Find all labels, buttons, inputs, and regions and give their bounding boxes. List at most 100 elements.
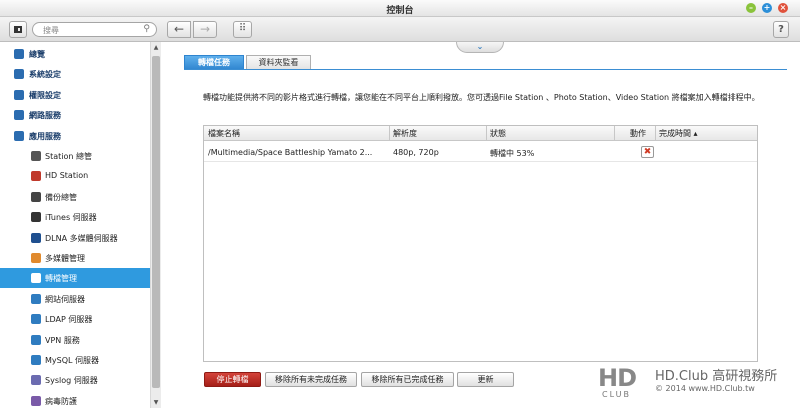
apps-icon xyxy=(14,131,24,141)
column-header-completed[interactable]: 完成時間 ▴ xyxy=(659,128,698,139)
column-header-resolution[interactable]: 解析度 xyxy=(393,128,417,139)
column-divider xyxy=(389,126,390,141)
sidebar-item[interactable]: Syslog 伺服器 xyxy=(0,370,150,390)
column-header-action[interactable]: 動作 xyxy=(630,128,646,139)
sidebar-item-label: 備份總管 xyxy=(45,193,77,202)
sidebar-item[interactable]: 病毒防護 xyxy=(0,391,150,408)
sidebar-item-label: HD Station xyxy=(45,171,89,180)
delete-icon[interactable]: ✖ xyxy=(641,146,654,158)
station-icon xyxy=(31,151,41,161)
forward-button[interactable]: → xyxy=(193,21,217,38)
apps-grid-button[interactable]: ⠿ xyxy=(233,21,252,38)
sidebar-item-label: 多媒體管理 xyxy=(45,254,85,263)
hd-station-icon xyxy=(31,171,41,181)
dlna-icon xyxy=(31,233,41,243)
scroll-up-icon[interactable]: ▲ xyxy=(151,44,161,51)
sidebar-item[interactable]: VPN 服務 xyxy=(0,330,150,350)
tab-transcode-tasks[interactable]: 轉檔任務 xyxy=(184,55,244,70)
close-icon[interactable]: × xyxy=(778,3,788,13)
transcode-icon xyxy=(31,273,41,283)
title-bar: 控制台 – + × xyxy=(0,0,800,17)
sidebar-item[interactable]: 備份總管 xyxy=(0,187,150,207)
antivirus-icon xyxy=(31,396,41,406)
column-divider xyxy=(486,126,487,141)
scroll-thumb[interactable] xyxy=(152,56,160,388)
arrow-left-icon: ← xyxy=(173,22,185,36)
sidebar-item[interactable]: 轉檔管理 xyxy=(0,268,150,288)
back-button[interactable]: ← xyxy=(167,21,191,38)
sidebar-item[interactable]: iTunes 伺服器 xyxy=(0,207,150,227)
main-panel: ⌄ 轉檔任務 資料夾監看 轉檔功能提供將不同的影片格式進行轉檔，讓您能在不同平台… xyxy=(161,42,800,408)
grid-icon: ⠿ xyxy=(238,23,247,34)
watermark-name: HD.Club 高研視務所 xyxy=(655,369,778,384)
user-icon xyxy=(14,90,24,100)
sidebar-item-label: 病毒防護 xyxy=(45,397,77,406)
syslog-icon xyxy=(31,375,41,385)
sidebar-scrollbar[interactable]: ▲ ▼ xyxy=(150,42,161,408)
watermark-copyright: © 2014 www.HD.Club.tw xyxy=(655,384,755,393)
sidebar-toggle-button[interactable] xyxy=(9,21,27,38)
sidebar-item-label: 總覽 xyxy=(29,50,45,59)
cell-status: 轉檔中 53% xyxy=(490,149,535,158)
sidebar-item-label: Syslog 伺服器 xyxy=(45,376,98,385)
toolbar: 搜尋 ⚲ ← → ⠿ ? xyxy=(0,17,800,42)
refresh-button[interactable]: 更新 xyxy=(457,372,514,387)
description-text: 轉檔功能提供將不同的影片格式進行轉檔，讓您能在不同平台上順利撥放。您可透過Fil… xyxy=(203,93,760,102)
ldap-icon xyxy=(31,314,41,324)
globe-icon xyxy=(14,110,24,120)
sidebar-item[interactable]: 系統設定 xyxy=(0,64,150,84)
watermark-club: CLUB xyxy=(602,390,631,399)
tabs-divider xyxy=(184,69,787,70)
table-header: 檔案名稱 解析度 狀態 動作 完成時間 ▴ xyxy=(204,126,757,141)
column-header-filename[interactable]: 檔案名稱 xyxy=(208,128,240,139)
column-divider xyxy=(655,126,656,141)
backup-icon xyxy=(31,192,41,202)
column-header-status[interactable]: 狀態 xyxy=(490,128,506,139)
mysql-icon xyxy=(31,355,41,365)
sidebar-item[interactable]: 總覽 xyxy=(0,44,150,64)
maximize-icon[interactable]: + xyxy=(762,3,772,13)
remove-finished-button[interactable]: 移除所有已完成任務 xyxy=(361,372,454,387)
help-icon: ? xyxy=(778,24,784,35)
cell-resolution: 480p, 720p xyxy=(393,148,439,157)
sidebar-item-label: iTunes 伺服器 xyxy=(45,213,97,222)
sidebar-item[interactable]: 網路服務 xyxy=(0,105,150,125)
sidebar-item[interactable]: LDAP 伺服器 xyxy=(0,309,150,329)
minimize-icon[interactable]: – xyxy=(746,3,756,13)
column-divider xyxy=(614,126,615,141)
transcode-table: 檔案名稱 解析度 狀態 動作 完成時間 ▴ /Multimedia/Space … xyxy=(203,125,758,362)
sidebar-item[interactable]: 權限設定 xyxy=(0,85,150,105)
panel-icon xyxy=(14,26,22,33)
search-icon[interactable]: ⚲ xyxy=(143,24,150,34)
sidebar-item-label: 系統設定 xyxy=(29,70,61,79)
sidebar-item[interactable]: DLNA 多媒體伺服器 xyxy=(0,228,150,248)
collapse-toggle[interactable]: ⌄ xyxy=(456,42,504,53)
sidebar-item[interactable]: HD Station xyxy=(0,166,150,186)
vpn-icon xyxy=(31,335,41,345)
itunes-icon xyxy=(31,212,41,222)
sidebar-item[interactable]: 多媒體管理 xyxy=(0,248,150,268)
sidebar-item-label: 應用服務 xyxy=(29,132,61,141)
sidebar-item[interactable]: 網站伺服器 xyxy=(0,289,150,309)
watermark: HD CLUB HD.Club 高研視務所 © 2014 www.HD.Club… xyxy=(598,362,798,406)
sidebar-item[interactable]: 應用服務 xyxy=(0,126,150,146)
remove-unfinished-button[interactable]: 移除所有未完成任務 xyxy=(265,372,357,387)
sidebar-item[interactable]: MySQL 伺服器 xyxy=(0,350,150,370)
stop-transcode-button[interactable]: 停止轉檔 xyxy=(204,372,261,387)
search-input[interactable]: 搜尋 ⚲ xyxy=(32,22,157,37)
table-row[interactable]: /Multimedia/Space Battleship Yamato 2...… xyxy=(204,142,757,162)
help-button[interactable]: ? xyxy=(773,21,789,38)
media-icon xyxy=(31,253,41,263)
window-title: 控制台 xyxy=(386,6,414,16)
scroll-down-icon[interactable]: ▼ xyxy=(151,399,161,406)
gear-icon xyxy=(14,69,24,79)
sidebar-item-label: LDAP 伺服器 xyxy=(45,315,93,324)
chevron-down-icon: ⌄ xyxy=(476,42,484,51)
sidebar-item-label: 網站伺服器 xyxy=(45,295,85,304)
tab-folder-monitor[interactable]: 資料夾監看 xyxy=(246,55,311,70)
sidebar: 總覽系統設定權限設定網路服務應用服務 Station 總管 HD Station 備份… xyxy=(0,42,161,408)
sidebar-item[interactable]: Station 總管 xyxy=(0,146,150,166)
sidebar-item-label: 權限設定 xyxy=(29,91,61,100)
sidebar-item-label: DLNA 多媒體伺服器 xyxy=(45,234,118,243)
search-placeholder: 搜尋 xyxy=(43,26,59,35)
